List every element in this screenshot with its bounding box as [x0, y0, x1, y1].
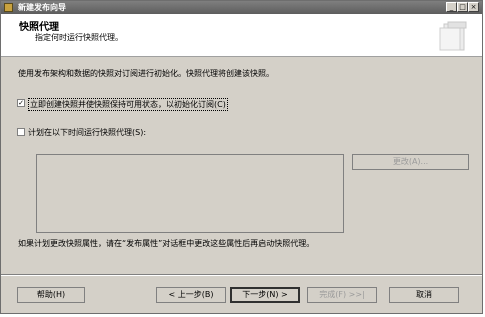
change-schedule-button[interactable]: 更改(A)... — [352, 154, 469, 170]
finish-button[interactable]: 完成(F) >>| — [307, 287, 377, 303]
window-title: 新建发布向导 — [18, 3, 66, 12]
description-text: 使用发布架构和数据的快照对订阅进行初始化。快照代理将创建该快照。 — [18, 69, 274, 78]
schedule-listbox — [36, 154, 344, 233]
title-bar[interactable]: 新建发布向导 _ □ × — [1, 1, 482, 14]
close-button[interactable]: × — [468, 2, 479, 12]
wizard-header: 快照代理 指定何时运行快照代理。 — [1, 14, 482, 57]
help-button[interactable]: 帮助(H) — [17, 287, 85, 303]
page-title: 快照代理 — [19, 22, 59, 33]
wizard-graphic-icon — [439, 21, 467, 51]
note-text: 如果计划更改快照属性，请在“发布属性”对话框中更改这些属性后再启动快照代理。 — [18, 239, 315, 248]
cancel-button[interactable]: 取消 — [389, 287, 459, 303]
page-subtitle: 指定何时运行快照代理。 — [35, 33, 123, 42]
schedule-checkbox[interactable] — [17, 128, 25, 136]
back-button[interactable]: < 上一步(B) — [156, 287, 226, 303]
maximize-button[interactable]: □ — [457, 2, 468, 12]
schedule-label[interactable]: 计划在以下时间运行快照代理(S): — [28, 127, 146, 138]
immediate-snapshot-label[interactable]: 立即创建快照并使快照保持可用状态，以初始化订阅(C) — [28, 98, 228, 111]
minimize-button[interactable]: _ — [446, 2, 457, 12]
next-button[interactable]: 下一步(N) > — [230, 287, 300, 303]
footer-divider — [1, 274, 482, 276]
wizard-window: 新建发布向导 _ □ × 快照代理 指定何时运行快照代理。 使用发布架构和数据的… — [0, 0, 483, 314]
app-icon — [4, 3, 13, 12]
immediate-snapshot-checkbox[interactable]: ✓ — [17, 99, 25, 107]
